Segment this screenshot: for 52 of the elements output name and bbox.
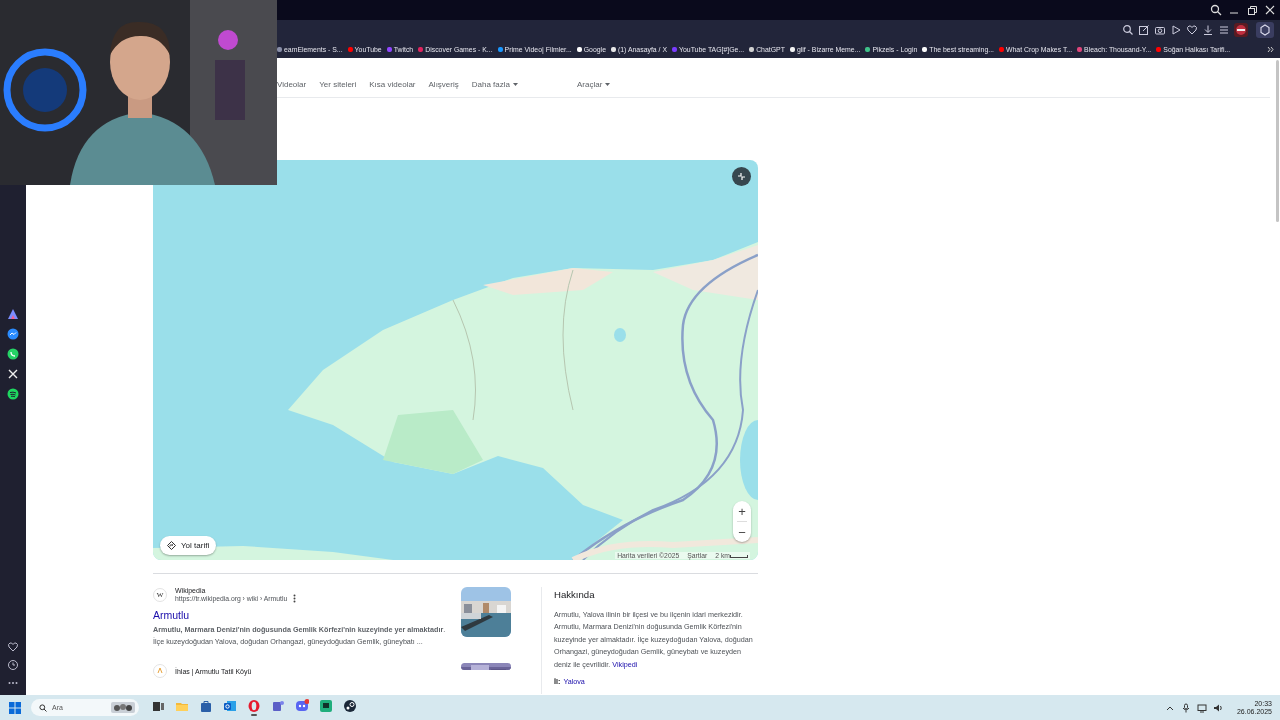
store-icon <box>199 699 213 713</box>
heart-icon[interactable] <box>7 641 19 653</box>
x-mark-icon[interactable] <box>6 367 20 381</box>
caret-icon <box>513 83 518 86</box>
mail-icon <box>223 699 237 713</box>
restore-icon[interactable] <box>1246 4 1258 16</box>
caret-icon <box>605 83 611 86</box>
site-favicon-icon <box>153 664 167 679</box>
arrow-logo-icon[interactable] <box>6 307 20 321</box>
task-view-icon <box>151 699 165 713</box>
search-tab[interactable]: Videolar <box>277 78 307 91</box>
monitor-icon[interactable] <box>1196 702 1207 713</box>
browser-ring-icon <box>247 699 261 713</box>
directions-icon <box>167 541 176 550</box>
chat-icon[interactable] <box>6 327 20 341</box>
phone-chat-icon[interactable] <box>6 347 20 361</box>
search-highlight-icon <box>111 702 135 713</box>
chat-icon <box>295 699 309 713</box>
team-icon <box>271 699 285 713</box>
section-heading: Hakkında <box>554 589 596 600</box>
more-icon[interactable] <box>293 594 297 603</box>
clock-icon[interactable] <box>7 659 19 671</box>
play-icon[interactable] <box>1170 24 1182 36</box>
search-icon[interactable] <box>1210 4 1222 16</box>
search-tab[interactable]: Alışveriş <box>428 78 459 91</box>
zoom-out-button[interactable]: − <box>733 522 751 542</box>
menu-tab[interactable]: Daha fazla <box>471 78 518 91</box>
scrollbar[interactable] <box>1276 60 1279 222</box>
windows-logo-icon[interactable] <box>9 701 21 714</box>
directions-button[interactable]: Yol tarifi <box>160 536 217 555</box>
search-icon <box>39 703 47 712</box>
result-title[interactable]: Armutlu <box>153 609 451 621</box>
heart-icon[interactable] <box>1186 24 1198 36</box>
scale-bar <box>730 555 748 558</box>
edit-icon[interactable] <box>1138 24 1150 36</box>
speaker-icon[interactable] <box>1212 702 1223 713</box>
zoom-icon[interactable] <box>1122 24 1134 36</box>
menu-tab[interactable]: Araçlar <box>577 78 611 91</box>
sound-waves-icon[interactable] <box>6 387 20 401</box>
terminal-icon <box>319 699 333 713</box>
chevron-icon[interactable] <box>1267 45 1274 53</box>
close-icon[interactable] <box>1264 4 1276 16</box>
menu-icon[interactable] <box>1218 24 1230 36</box>
search-tab[interactable]: Yer siteleri <box>319 78 357 91</box>
microphone-icon[interactable] <box>1180 702 1191 713</box>
zoom-in-button[interactable]: + <box>733 501 751 521</box>
search-tab[interactable]: Kısa videolar <box>369 78 416 91</box>
download-icon[interactable] <box>1202 24 1214 36</box>
camera-icon[interactable] <box>1154 24 1166 36</box>
steam-icon <box>343 699 357 713</box>
collapse-icon <box>737 172 746 181</box>
extension-icon[interactable] <box>1256 22 1274 38</box>
